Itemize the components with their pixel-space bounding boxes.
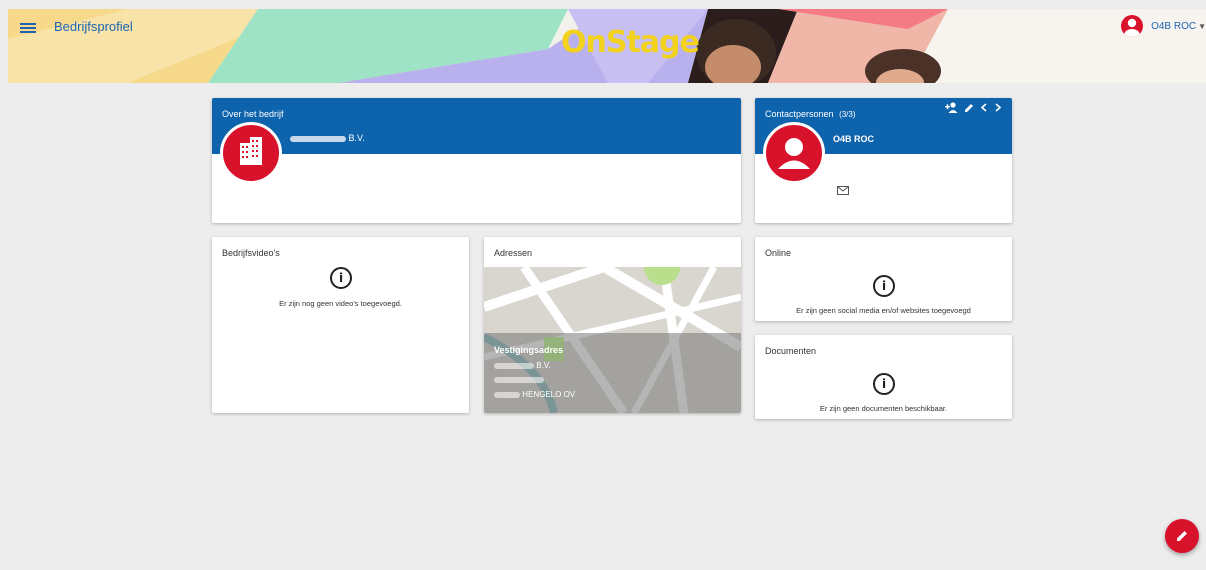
- online-card: Online i Er zijn geen social media en/of…: [755, 237, 1012, 321]
- documents-empty-text: Er zijn geen documenten beschikbaar.: [819, 404, 948, 413]
- info-icon: i: [330, 267, 352, 289]
- edit-fab-button[interactable]: [1165, 519, 1199, 553]
- user-avatar-icon: [1121, 15, 1144, 37]
- contacts-card: Contactpersonen (3/3) O4B ROC: [755, 98, 1012, 223]
- company-name: B.V.: [290, 133, 365, 143]
- header-banner: Bedrijfsprofiel OnStage O4B ROC ▼: [8, 9, 1206, 83]
- contacts-title: Contactpersonen (3/3): [765, 109, 856, 119]
- about-card-header: Over het bedrijf B.V.: [212, 98, 741, 154]
- online-title: Online: [765, 248, 792, 258]
- address-line-company: B.V.: [494, 361, 575, 370]
- documents-title: Documenten: [765, 346, 817, 356]
- edit-icon: [1177, 531, 1187, 541]
- contacts-title-label: Contactpersonen: [765, 109, 834, 119]
- about-title: Over het bedrijf: [222, 109, 284, 119]
- redacted-text: [494, 376, 544, 383]
- chevron-left-icon[interactable]: [980, 102, 988, 116]
- info-icon: i: [873, 373, 895, 395]
- address-city: HENGELO OV: [522, 390, 576, 399]
- addresses-title: Adressen: [494, 248, 533, 258]
- user-menu[interactable]: O4B ROC ▼: [1121, 14, 1206, 38]
- contacts-actions: [945, 102, 1002, 116]
- edit-icon[interactable]: [964, 102, 974, 116]
- videos-card: Bedrijfsvideo's i Er zijn nog geen video…: [212, 237, 469, 413]
- videos-title: Bedrijfsvideo's: [222, 248, 280, 258]
- page: Bedrijfsprofiel OnStage O4B ROC ▼ Over h…: [8, 9, 1206, 570]
- online-empty-text: Er zijn geen social media en/of websites…: [796, 306, 971, 315]
- addresses-card[interactable]: Adressen Vestigingsadres B.V. HENGELO OV: [484, 237, 741, 413]
- about-card: Over het bedrijf B.V.: [212, 98, 741, 223]
- onstage-logo: OnStage: [561, 25, 700, 60]
- documents-card: Documenten i Er zijn geen documenten bes…: [755, 335, 1012, 419]
- user-name: O4B ROC: [1151, 20, 1197, 32]
- info-icon: i: [873, 275, 895, 297]
- address-company-suffix: B.V.: [536, 361, 551, 370]
- address-line-city: HENGELO OV: [494, 390, 575, 399]
- person-icon: [763, 122, 825, 184]
- add-person-icon[interactable]: [945, 102, 958, 116]
- chevron-right-icon[interactable]: [994, 102, 1002, 116]
- menu-icon[interactable]: [20, 21, 36, 35]
- videos-empty-text: Er zijn nog geen video's toegevoegd.: [279, 299, 402, 308]
- mail-icon[interactable]: [837, 182, 849, 200]
- company-suffix: B.V.: [348, 133, 365, 143]
- contacts-count: (3/3): [839, 110, 856, 119]
- redacted-text: [494, 362, 534, 369]
- building-icon: [220, 122, 282, 184]
- address-line-street: [494, 375, 575, 384]
- redacted-text: [494, 391, 520, 398]
- page-title: Bedrijfsprofiel: [54, 19, 133, 34]
- address-overlay-title: Vestigingsadres: [494, 345, 564, 355]
- chevron-down-icon: ▼: [1198, 21, 1206, 31]
- address-overlay: Vestigingsadres B.V. HENGELO OV: [494, 345, 575, 399]
- redacted-text: [290, 135, 346, 142]
- contact-name: O4B ROC: [833, 134, 875, 144]
